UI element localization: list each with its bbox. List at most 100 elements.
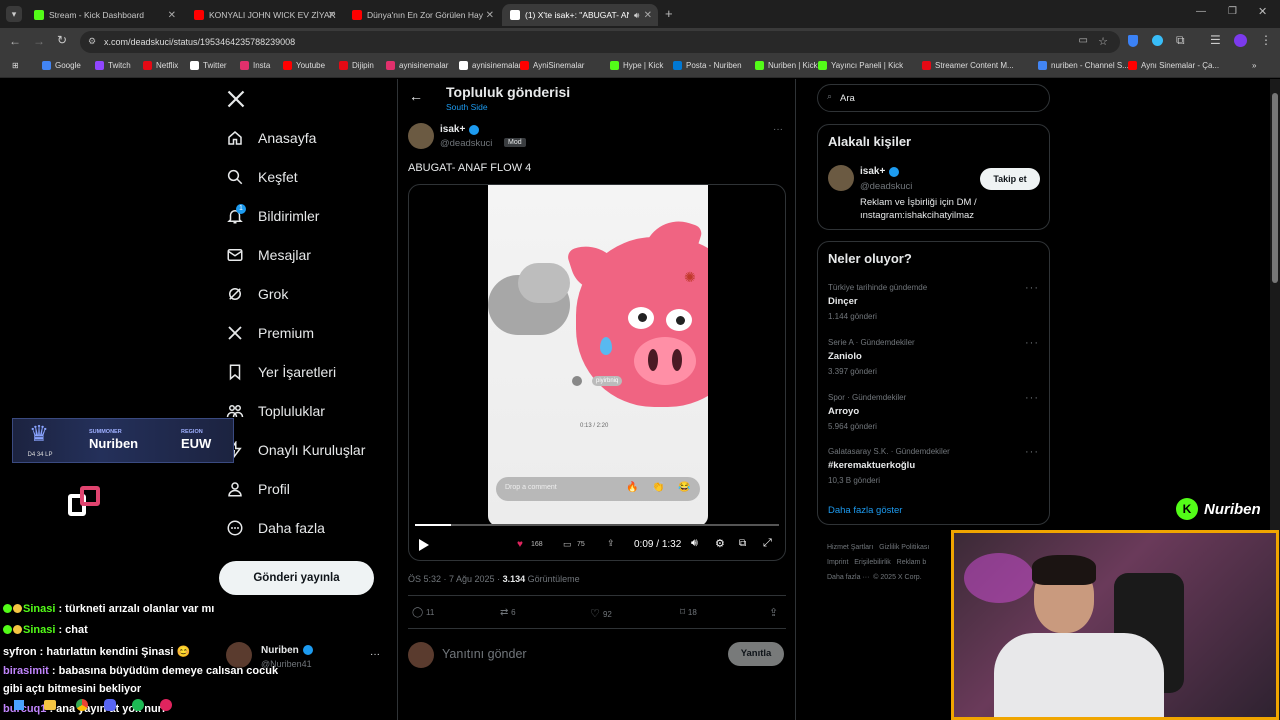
extension-shield-icon[interactable]: [1128, 35, 1138, 47]
bookmark-item[interactable]: nuriben - Channel S...: [1038, 61, 1129, 70]
laugh-emoji-icon[interactable]: 😂: [678, 482, 690, 493]
video-progress-track[interactable]: [415, 524, 779, 526]
nav-explore[interactable]: Keşfet: [226, 168, 298, 186]
repost-action[interactable]: ⇄ 6: [500, 607, 516, 618]
bookmark-item[interactable]: Netflix: [143, 61, 178, 70]
chat-username[interactable]: birasimit: [3, 665, 49, 677]
close-icon[interactable]: ✕: [328, 10, 336, 21]
bookmark-item[interactable]: aynisinemalar: [386, 61, 448, 70]
settings-gear-icon[interactable]: ⚙: [715, 537, 725, 550]
nav-profile[interactable]: Profil: [226, 480, 290, 498]
comment-box[interactable]: Drop a comment 🔥 👏 😂: [496, 477, 700, 501]
nav-messages[interactable]: Mesajlar: [226, 246, 311, 264]
back-arrow-icon[interactable]: ←: [409, 88, 423, 104]
nav-verified-orgs[interactable]: Onaylı Kuruluşlar: [226, 441, 365, 459]
community-link[interactable]: South Side: [446, 102, 488, 112]
nav-premium[interactable]: Premium: [226, 324, 314, 342]
tab-search-icon[interactable]: ▾: [6, 6, 22, 22]
browser-tab[interactable]: Stream - Kick Dashboard ✕: [26, 4, 182, 26]
reply-action[interactable]: ◯ 11: [412, 607, 434, 618]
bookmark-star-icon[interactable]: ☆: [1098, 35, 1108, 48]
close-icon[interactable]: ✕: [486, 10, 494, 21]
volume-icon[interactable]: 🔊︎: [691, 537, 698, 550]
post-menu-icon[interactable]: ···: [773, 124, 783, 135]
clap-emoji-icon[interactable]: 👏: [652, 482, 664, 493]
cast-icon[interactable]: ▭: [1079, 35, 1088, 46]
reply-button[interactable]: Yanıtla: [728, 642, 784, 666]
fullscreen-icon[interactable]: ⤢: [763, 537, 772, 550]
bookmark-item[interactable]: AyniSinemalar: [520, 61, 584, 70]
author-handle[interactable]: @deadskuci: [440, 138, 492, 149]
reply-input[interactable]: Yanıtını gönder: [442, 647, 527, 661]
forward-icon[interactable]: →: [33, 34, 45, 48]
video-player[interactable]: ✺ piyirbniq 0:13 / 2:20 Drop a comment 🔥…: [408, 184, 786, 561]
show-more-link[interactable]: Daha fazla göster: [828, 505, 902, 516]
puzzle-icon[interactable]: ⧉: [1176, 33, 1185, 48]
trend-item[interactable]: Türkiye tarihinde gündemde Dinçer 1.144 gö…: [828, 283, 927, 321]
minimize-icon[interactable]: —: [1196, 6, 1206, 17]
browser-tab[interactable]: Dünya'nın En Zor Görülen Hay ✕: [344, 4, 500, 26]
chrome-icon[interactable]: [76, 699, 88, 711]
nav-bookmarks[interactable]: Yer İşaretleri: [226, 363, 336, 381]
folder-icon[interactable]: [44, 700, 56, 710]
bookmark-item[interactable]: Twitch: [95, 61, 131, 70]
nav-more[interactable]: Daha fazla: [226, 519, 325, 537]
follow-button[interactable]: Takip et: [980, 168, 1040, 190]
account-menu-icon[interactable]: ···: [370, 649, 380, 660]
trend-item[interactable]: Serie A · Gündemdekiler Zaniolo 3.397 gönd…: [828, 338, 915, 376]
bookmark-item[interactable]: Posta - Nuriben: [673, 61, 742, 70]
discord-icon[interactable]: [104, 699, 116, 711]
chat-username[interactable]: syfron: [3, 646, 37, 658]
trend-menu-icon[interactable]: ···: [1025, 282, 1039, 294]
pip-icon[interactable]: ⧉: [739, 538, 746, 549]
author-name[interactable]: isak+: [440, 124, 465, 135]
browser-tab-active[interactable]: (1) X'te isak+: "ABUGAT- AN 🔊︎ ✕: [502, 4, 658, 26]
trend-item[interactable]: Spor · Gündemdekiler Arroyo 5.964 gönderi: [828, 393, 906, 431]
tab-search-icon[interactable]: ☰: [1210, 33, 1221, 47]
bookmark-item[interactable]: Dijipin: [339, 61, 374, 70]
new-tab-icon[interactable]: +: [665, 6, 673, 21]
chat-username[interactable]: Sinasi: [23, 624, 55, 636]
bookmark-item[interactable]: Nuriben | Kick: [755, 61, 818, 70]
address-bar[interactable]: ⚙ x.com/deadskuci/status/195346423578823…: [80, 31, 1120, 53]
close-icon[interactable]: ✕: [168, 10, 176, 21]
bookmark-item[interactable]: Youtube: [283, 61, 325, 70]
close-icon[interactable]: ✕: [644, 10, 652, 21]
browser-tab[interactable]: KONYALI JOHN WICK EV ZİYAR ✕: [186, 4, 342, 26]
related-avatar[interactable]: [828, 165, 854, 191]
speaker-icon[interactable]: 🔊︎: [634, 10, 639, 21]
bookmark-item[interactable]: Google: [42, 61, 81, 70]
bookmark-item[interactable]: Insta: [240, 61, 270, 70]
bookmark-action[interactable]: ⌑ 18: [680, 607, 697, 618]
trend-menu-icon[interactable]: ···: [1025, 337, 1039, 349]
related-name[interactable]: isak+: [860, 166, 885, 177]
profile-avatar-icon[interactable]: [1234, 34, 1247, 47]
back-icon[interactable]: ←: [9, 34, 21, 48]
apps-grid-icon[interactable]: ⊞: [12, 61, 19, 70]
search-box[interactable]: ⌕ Ara: [817, 84, 1050, 112]
restore-icon[interactable]: ❐: [1228, 6, 1237, 17]
extension-icon[interactable]: [1152, 35, 1163, 46]
bookmark-item[interactable]: Aynı Sinemalar - Ça...: [1128, 61, 1219, 70]
nav-grok[interactable]: Grok: [226, 285, 288, 303]
menu-icon[interactable]: ⋮: [1260, 33, 1272, 47]
bookmark-item[interactable]: Twitter: [190, 61, 227, 70]
scrollbar-thumb[interactable]: [1272, 93, 1278, 283]
bookmark-item[interactable]: Yayıncı Paneli | Kick: [818, 61, 903, 70]
bookmarks-overflow-icon[interactable]: »: [1252, 61, 1256, 70]
play-icon[interactable]: [419, 539, 429, 551]
author-avatar[interactable]: [408, 123, 434, 149]
chat-username[interactable]: Sinasi: [23, 603, 55, 615]
share-action-icon[interactable]: ⇪: [769, 606, 778, 619]
like-action[interactable]: ♡ 92: [590, 607, 612, 620]
bookmark-item[interactable]: aynisinemalar: [459, 61, 521, 70]
trend-menu-icon[interactable]: ···: [1025, 392, 1039, 404]
fire-emoji-icon[interactable]: 🔥: [626, 482, 638, 493]
x-logo-icon[interactable]: [226, 89, 246, 114]
nav-home[interactable]: Anasayfa: [226, 129, 316, 147]
site-info-icon[interactable]: ⚙: [88, 36, 96, 47]
close-window-icon[interactable]: ✕: [1258, 5, 1267, 18]
spotify-icon[interactable]: [132, 699, 144, 711]
post-button[interactable]: Gönderi yayınla: [219, 561, 374, 595]
windows-icon[interactable]: [14, 700, 24, 710]
